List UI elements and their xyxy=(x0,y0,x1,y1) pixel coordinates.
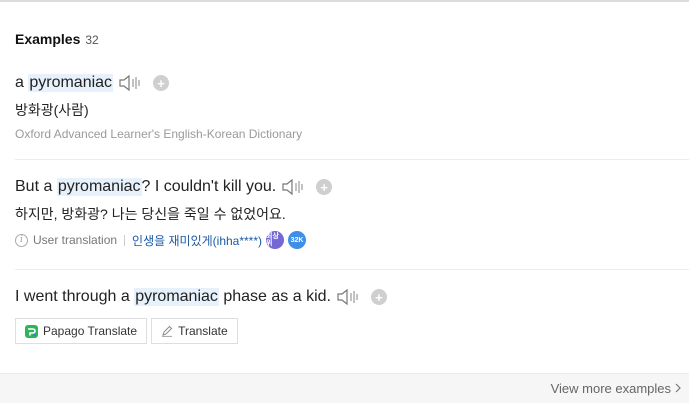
example-sentence: I went through a pyromaniac phase as a k… xyxy=(15,286,387,308)
add-to-wordbook-plus-icon[interactable]: + xyxy=(153,75,170,91)
separator xyxy=(124,234,126,246)
add-to-wordbook-plus-icon[interactable]: + xyxy=(370,289,387,305)
section-header: Examples 32 xyxy=(15,31,99,47)
view-more-label: View more examples xyxy=(550,381,671,396)
example-count: 32 xyxy=(85,33,99,47)
sentence-text-before: a xyxy=(15,74,29,91)
footer-bar: View more examples xyxy=(0,373,689,403)
add-to-wordbook-plus-icon[interactable]: + xyxy=(316,179,333,195)
papago-logo-icon xyxy=(25,324,38,338)
example-sentence: But a pyromaniac? I couldn't kill you. + xyxy=(15,176,333,198)
highlighted-word[interactable]: pyromaniac xyxy=(56,178,142,196)
example-meaning: 방화광(사람) xyxy=(15,102,89,118)
highlighted-word[interactable]: pyromaniac xyxy=(28,74,114,92)
speaker-icon[interactable] xyxy=(282,178,306,196)
translate-label: Translate xyxy=(178,324,228,338)
example-source[interactable]: Oxford Advanced Learner's English-Korean… xyxy=(15,127,302,141)
translate-buttons: Papago Translate Translate xyxy=(15,318,387,344)
examples-panel: Examples 32 a pyromaniac + 방화광(사람) Oxfor… xyxy=(0,0,689,403)
translate-button[interactable]: Translate xyxy=(151,318,238,344)
divider xyxy=(15,159,689,160)
rank-badge-icon: 최상위 xyxy=(266,231,285,249)
view-more-examples-link[interactable]: View more examples xyxy=(551,381,681,396)
example-item-2: But a pyromaniac? I couldn't kill you. +… xyxy=(15,176,333,250)
user-translation-row: i User translation 인생을 재미있게(ihha****) 최상… xyxy=(15,230,332,250)
chevron-right-icon xyxy=(675,382,681,396)
speaker-icon[interactable] xyxy=(337,288,361,306)
speaker-icon[interactable] xyxy=(119,74,143,92)
highlighted-word[interactable]: pyromaniac xyxy=(134,288,219,306)
info-icon[interactable]: i xyxy=(15,233,28,247)
example-item-1: a pyromaniac + 방화광(사람) Oxford Advanced L… xyxy=(15,72,302,141)
papago-translate-label: Papago Translate xyxy=(43,324,138,338)
divider xyxy=(15,269,689,270)
sentence-text-after: phase as a kid. xyxy=(218,288,331,305)
contributor-link[interactable]: 인생을 재미있게(ihha****) xyxy=(132,232,262,249)
sentence-text-after: ? I couldn't kill you. xyxy=(141,178,277,195)
sentence-text-before: I went through a xyxy=(15,288,135,305)
example-meaning: 하지만, 방화광? 나는 당신을 죽일 수 없었어요. xyxy=(15,206,286,222)
section-title: Examples xyxy=(15,31,81,47)
top-divider xyxy=(0,0,689,2)
sentence-text-before: But a xyxy=(15,178,57,195)
example-sentence: a pyromaniac + xyxy=(15,72,302,94)
user-translation-label: User translation xyxy=(33,233,118,247)
count-badge-icon: 32K xyxy=(288,231,307,249)
papago-translate-button[interactable]: Papago Translate xyxy=(15,318,148,344)
pencil-icon xyxy=(162,325,173,337)
example-item-3: I went through a pyromaniac phase as a k… xyxy=(15,286,387,344)
